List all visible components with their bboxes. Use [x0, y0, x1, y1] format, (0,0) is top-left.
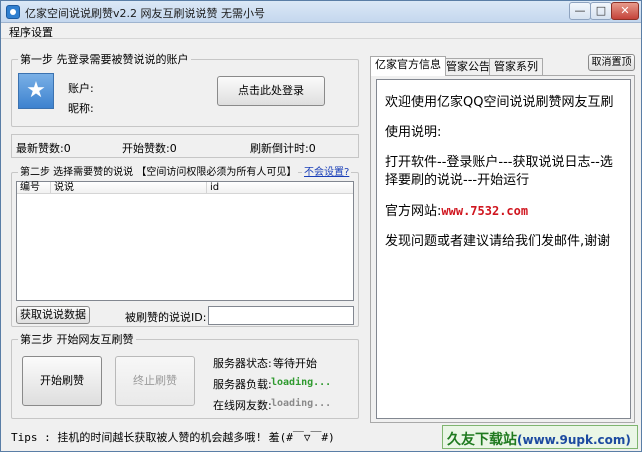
- account-label: 账户:: [68, 82, 94, 95]
- help-link[interactable]: 不会设置?: [302, 166, 352, 179]
- stats-bar: 最新赞数:0 开始赞数:0 刷新倒计时:0: [11, 134, 359, 158]
- login-button[interactable]: 点击此处登录: [217, 76, 325, 106]
- minimize-button[interactable]: —: [569, 2, 591, 20]
- tips-text: Tips : 挂机的时间越长获取被人赞的机会越多哦! 羞(#￣▽￣#): [11, 431, 335, 444]
- tab-official-info[interactable]: 亿家官方信息: [370, 56, 446, 76]
- server-load-value: loading...: [271, 377, 332, 388]
- server-load-label: 服务器负载:: [213, 378, 272, 391]
- tab-series[interactable]: 管家系列: [489, 58, 543, 75]
- post-id-input[interactable]: [208, 306, 354, 325]
- step2-title: 第二步 选择需要赞的说说 【空间访问权限必须为所有人可见】: [18, 166, 299, 179]
- website-line: 官方网站:www.7532.com: [385, 202, 622, 221]
- website-label: 官方网站:: [385, 204, 442, 219]
- menu-bar: 程序设置: [1, 23, 641, 39]
- server-status-label: 服务器状态:: [213, 357, 272, 370]
- logo-main: 久友下载站: [447, 432, 517, 448]
- step1-title: 第一步 先登录需要被赞说说的账户: [18, 53, 191, 66]
- list-body[interactable]: [17, 195, 353, 300]
- cancel-topmost-button[interactable]: 取消置顶: [588, 54, 635, 71]
- welcome-text: 欢迎使用亿家QQ空间说说刷赞网友互刷: [385, 95, 614, 110]
- title-bar[interactable]: 亿家空间说说刷赞v2.2 网友互刷说说赞 无需小号 — □ ✕: [1, 1, 641, 23]
- post-list[interactable]: 编号 说说 id: [16, 181, 354, 301]
- feedback-text: 发现问题或者建议请给我们发邮件,谢谢: [385, 234, 611, 249]
- maximize-button[interactable]: □: [590, 2, 612, 20]
- star-icon: ★: [26, 78, 46, 103]
- start-button[interactable]: 开始刷赞: [22, 356, 102, 406]
- logo-sub: (www.9upk.com): [517, 433, 631, 447]
- menu-settings[interactable]: 程序设置: [9, 24, 53, 40]
- website-link[interactable]: www.7532.com: [441, 204, 528, 218]
- usage-text: 打开软件--登录账户---获取说说日志--选择要刷的说说---开始运行: [385, 155, 613, 188]
- tab-announcements[interactable]: 管家公告: [441, 58, 495, 75]
- list-header: 编号 说说 id: [17, 182, 353, 194]
- stop-button[interactable]: 终止刷赞: [115, 356, 195, 406]
- nickname-label: 昵称:: [68, 102, 94, 115]
- usage-title: 使用说明:: [385, 125, 442, 140]
- close-button[interactable]: ✕: [611, 2, 639, 20]
- app-icon: [6, 5, 20, 19]
- refresh-countdown: 刷新倒计时:0: [250, 142, 316, 155]
- avatar: ★: [18, 73, 54, 109]
- online-users-value: loading...: [271, 398, 332, 409]
- logo-text: 久友下载站(www.9upk.com): [447, 429, 631, 449]
- window-title: 亿家空间说说刷赞v2.2 网友互刷说说赞 无需小号: [25, 7, 265, 20]
- main-window: 亿家空间说说刷赞v2.2 网友互刷说说赞 无需小号 — □ ✕ 程序设置 第一步…: [0, 0, 642, 452]
- site-logo: 久友下载站(www.9upk.com): [442, 425, 638, 449]
- column-number[interactable]: 编号: [17, 182, 51, 194]
- info-panel: 欢迎使用亿家QQ空间说说刷赞网友互刷 使用说明: 打开软件--登录账户---获取…: [376, 79, 631, 419]
- column-post[interactable]: 说说: [51, 182, 207, 194]
- column-id[interactable]: id: [207, 182, 353, 194]
- latest-likes: 最新赞数:0: [16, 142, 71, 155]
- online-users-label: 在线网友数:: [213, 399, 272, 412]
- post-id-label: 被刷赞的说说ID:: [125, 311, 207, 324]
- server-status-value: 等待开始: [273, 357, 317, 370]
- step3-title: 第三步 开始网友互刷赞: [18, 333, 136, 346]
- start-likes: 开始赞数:0: [122, 142, 177, 155]
- fetch-posts-button[interactable]: 获取说说数据: [16, 306, 90, 324]
